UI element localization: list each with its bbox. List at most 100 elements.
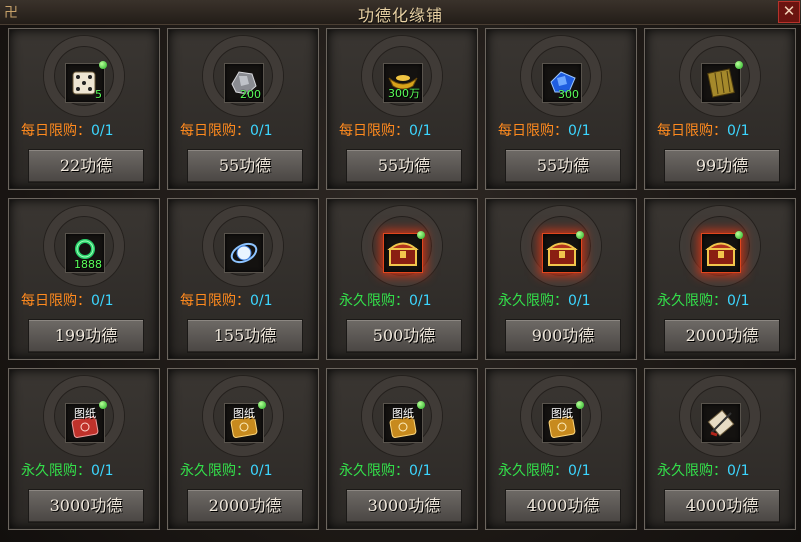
limit-count: 0/1	[91, 463, 114, 479]
limit-count: 0/1	[727, 123, 750, 139]
item-cell: 永久限购：0/1 900功德	[485, 198, 637, 360]
buy-button[interactable]: 3000功德	[346, 489, 462, 523]
item-cell: 图纸 永久限购：0/1 3000功德	[8, 368, 160, 530]
item-cell: 1888 每日限购：0/1 199功德	[8, 198, 160, 360]
purchase-limit: 永久限购：0/1	[180, 460, 273, 480]
item-cell: 图纸永久限购：0/1 2000功德	[167, 368, 319, 530]
item-slot[interactable]	[224, 233, 264, 273]
item-label: 图纸	[551, 407, 573, 420]
purchase-limit: 每日限购：0/1	[180, 120, 273, 140]
buy-button[interactable]: 900功德	[505, 319, 621, 353]
item-slot[interactable]: 图纸	[224, 401, 266, 443]
item-quantity: 300万	[388, 87, 420, 100]
purchase-limit: 永久限购：0/1	[657, 460, 750, 480]
limit-label: 永久限购：	[180, 463, 250, 479]
item-quantity: 5	[95, 88, 102, 101]
item-slot[interactable]: 200	[224, 63, 264, 103]
limit-label: 每日限购：	[339, 123, 409, 139]
buy-button[interactable]: 55功德	[187, 149, 303, 183]
purchase-limit: 每日限购：0/1	[21, 120, 114, 140]
limit-count: 0/1	[409, 463, 432, 479]
green-gem-indicator-icon	[258, 401, 266, 409]
purchase-limit: 每日限购：0/1	[21, 290, 114, 310]
window-title: 功德化缘铺	[357, 6, 443, 25]
item-cell: 300万每日限购：0/1 55功德	[326, 28, 478, 190]
limit-label: 每日限购：	[498, 123, 568, 139]
purchase-limit: 每日限购：0/1	[180, 290, 273, 310]
limit-count: 0/1	[409, 293, 432, 309]
close-button[interactable]: ✕	[778, 1, 800, 23]
item-cell: 每日限购：0/1 99功德	[644, 28, 796, 190]
limit-count: 0/1	[250, 463, 273, 479]
green-gem-indicator-icon	[99, 401, 107, 409]
buy-button[interactable]: 155功德	[187, 319, 303, 353]
limit-label: 永久限购：	[339, 293, 409, 309]
green-gem-indicator-icon	[417, 231, 425, 239]
green-gem-indicator-icon	[576, 231, 584, 239]
limit-count: 0/1	[727, 463, 750, 479]
limit-count: 0/1	[568, 293, 591, 309]
purchase-limit: 永久限购：0/1	[339, 290, 432, 310]
item-quantity: 300	[558, 88, 579, 101]
green-gem-indicator-icon	[417, 401, 425, 409]
item-quantity: 1888	[74, 258, 102, 271]
item-slot[interactable]	[701, 231, 743, 273]
item-cell: 永久限购：0/1 500功德	[326, 198, 478, 360]
title-bar[interactable]: 卍 功德化缘铺 ✕	[0, 0, 801, 25]
item-slot[interactable]	[542, 231, 584, 273]
limit-count: 0/1	[250, 123, 273, 139]
green-gem-indicator-icon	[735, 61, 743, 69]
item-slot[interactable]: 300	[542, 63, 582, 103]
buy-button[interactable]: 500功德	[346, 319, 462, 353]
buy-button[interactable]: 199功德	[28, 319, 144, 353]
item-cell: 图纸永久限购：0/1 3000功德	[326, 368, 478, 530]
item-slot[interactable]: 300万	[383, 63, 423, 103]
item-slot[interactable]: 图纸	[383, 401, 425, 443]
purchase-limit: 每日限购：0/1	[657, 120, 750, 140]
item-cell: 5 每日限购：0/1 22功德	[8, 28, 160, 190]
buy-button[interactable]: 4000功德	[505, 489, 621, 523]
limit-count: 0/1	[568, 463, 591, 479]
limit-count: 0/1	[409, 123, 432, 139]
buy-button[interactable]: 22功德	[28, 149, 144, 183]
buy-button[interactable]: 4000功德	[664, 489, 780, 523]
buy-button[interactable]: 55功德	[346, 149, 462, 183]
limit-label: 每日限购：	[21, 293, 91, 309]
limit-label: 每日限购：	[21, 123, 91, 139]
limit-label: 每日限购：	[180, 293, 250, 309]
limit-label: 永久限购：	[498, 463, 568, 479]
limit-count: 0/1	[250, 293, 273, 309]
limit-count: 0/1	[91, 123, 114, 139]
item-cell: 200 每日限购：0/1 55功德	[167, 28, 319, 190]
purchase-limit: 每日限购：0/1	[498, 120, 591, 140]
limit-label: 每日限购：	[657, 123, 727, 139]
green-gem-indicator-icon	[735, 231, 743, 239]
item-slot[interactable]	[701, 61, 743, 103]
limit-count: 0/1	[568, 123, 591, 139]
purchase-limit: 永久限购：0/1	[498, 290, 591, 310]
item-slot[interactable]: 图纸	[65, 401, 107, 443]
item-slot[interactable]: 1888	[65, 233, 105, 273]
item-label: 图纸	[74, 407, 96, 420]
buy-button[interactable]: 3000功德	[28, 489, 144, 523]
item-slot[interactable]: 5	[65, 61, 107, 103]
purchase-limit: 永久限购：0/1	[339, 460, 432, 480]
purchase-limit: 永久限购：0/1	[498, 460, 591, 480]
item-quantity: 200	[240, 88, 261, 101]
item-slot[interactable]: 图纸	[542, 401, 584, 443]
item-cell: 永久限购：0/1 4000功德	[644, 368, 796, 530]
limit-label: 永久限购：	[339, 463, 409, 479]
item-slot[interactable]	[383, 231, 425, 273]
item-slot[interactable]	[701, 403, 741, 443]
item-cell: 图纸永久限购：0/1 4000功德	[485, 368, 637, 530]
limit-count: 0/1	[727, 293, 750, 309]
item-cell: 永久限购：0/1 2000功德	[644, 198, 796, 360]
buy-button[interactable]: 55功德	[505, 149, 621, 183]
buy-button[interactable]: 2000功德	[664, 319, 780, 353]
shop-window: 卍 功德化缘铺 ✕ 5 每日限购：0/1 22功德 200 每日限购：0/1 55功德 30…	[0, 0, 801, 542]
limit-label: 永久限购：	[657, 463, 727, 479]
buy-button[interactable]: 99功德	[664, 149, 780, 183]
item-label: 图纸	[392, 407, 414, 420]
purchase-limit: 永久限购：0/1	[657, 290, 750, 310]
buy-button[interactable]: 2000功德	[187, 489, 303, 523]
